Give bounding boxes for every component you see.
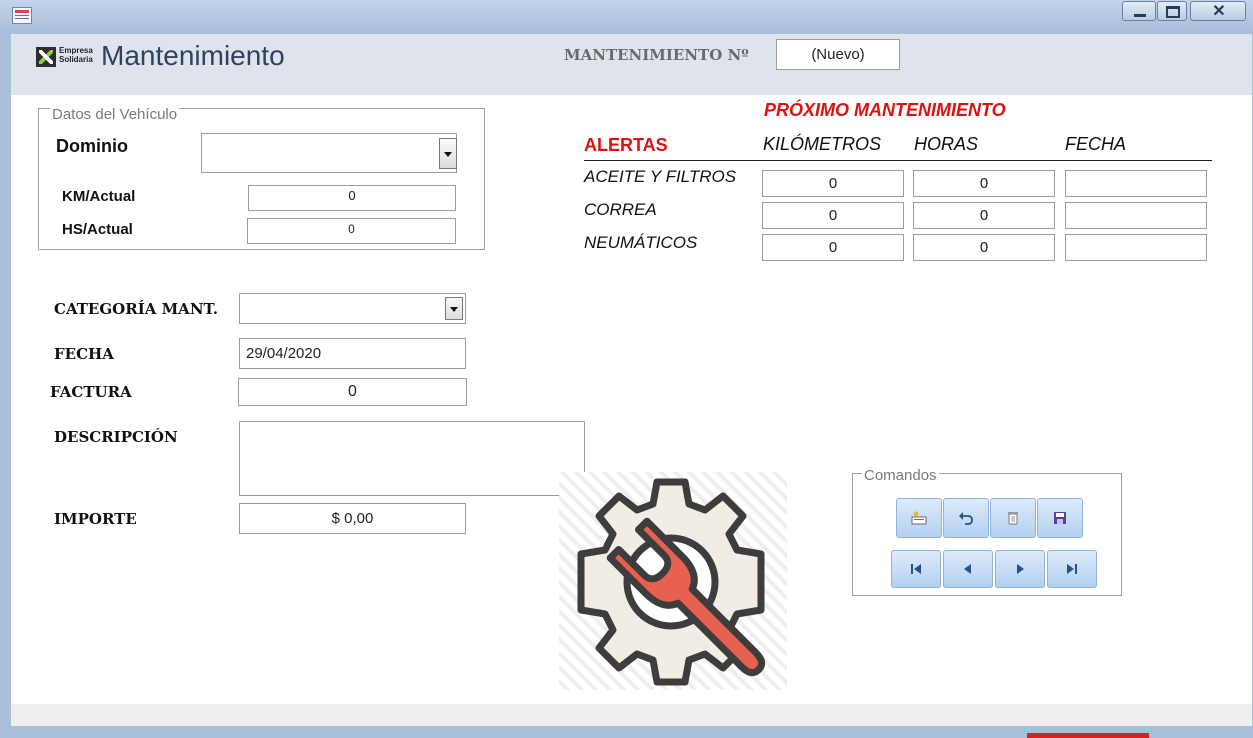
aceite-fecha-field[interactable] <box>1065 170 1207 197</box>
importe-field[interactable]: $ 0,00 <box>239 503 466 534</box>
column-kilometros: KILÓMETROS <box>763 134 882 154</box>
undo-button[interactable] <box>943 498 989 538</box>
column-fecha: FECHA <box>1065 134 1127 154</box>
categoria-label: CATEGORÍA MANT. <box>54 300 218 318</box>
neumaticos-horas-field[interactable]: 0 <box>913 234 1055 261</box>
maximize-button[interactable] <box>1157 1 1187 21</box>
company-logo: Empresa Solidaria <box>36 45 94 69</box>
correa-fecha-field[interactable] <box>1065 202 1207 229</box>
neumaticos-km-field[interactable]: 0 <box>762 234 904 261</box>
dominio-label: Dominio <box>56 136 128 156</box>
record-number-label: MANTENIMIENTO Nº <box>564 46 749 64</box>
alerts-label: ALERTAS <box>584 135 668 155</box>
new-record-icon <box>911 511 927 525</box>
km-actual-field[interactable]: 0 <box>248 185 456 211</box>
next-maintenance-title: PRÓXIMO MANTENIMIENTO <box>764 100 1006 120</box>
fecha-field[interactable]: 29/04/2020 <box>239 338 466 369</box>
categoria-dropdown-icon[interactable] <box>445 297 463 320</box>
fecha-label: FECHA <box>54 345 114 363</box>
km-actual-label: KM/Actual <box>62 188 136 205</box>
descripcion-label: DESCRIPCIÓN <box>54 428 178 446</box>
delete-button[interactable] <box>990 498 1036 538</box>
vehicle-group-legend: Datos del Vehículo <box>50 106 180 123</box>
previous-record-icon <box>964 564 971 574</box>
close-icon: ✕ <box>1212 3 1226 20</box>
dominio-combobox[interactable] <box>201 133 457 173</box>
form-header: Empresa Solidaria Mantenimiento MANTENIM… <box>11 34 1252 95</box>
taskbar-accent <box>1027 733 1149 738</box>
save-button[interactable] <box>1037 498 1083 538</box>
aceite-km-field[interactable]: 0 <box>762 170 904 197</box>
delete-icon <box>1008 512 1018 525</box>
page-title: Mantenimiento <box>101 40 285 71</box>
last-record-icon <box>1067 564 1077 574</box>
descripcion-field[interactable] <box>239 421 585 496</box>
dominio-dropdown-icon[interactable] <box>439 138 457 169</box>
correa-km-field[interactable]: 0 <box>762 202 904 229</box>
correa-horas-field[interactable]: 0 <box>913 202 1055 229</box>
previous-record-button[interactable] <box>943 550 993 588</box>
neumaticos-fecha-field[interactable] <box>1065 234 1207 261</box>
undo-icon <box>959 512 973 525</box>
aceite-horas-field[interactable]: 0 <box>913 170 1055 197</box>
new-record-button[interactable] <box>896 498 942 538</box>
row-label-neumaticos: NEUMÁTICOS <box>584 233 698 252</box>
next-record-button[interactable] <box>995 550 1045 588</box>
logo-text-1: Empresa <box>59 46 93 55</box>
hs-actual-field[interactable]: 0 <box>247 218 456 244</box>
last-record-button[interactable] <box>1047 550 1097 588</box>
hs-actual-label: HS/Actual <box>62 221 133 238</box>
first-record-icon <box>911 564 921 574</box>
alerts-divider <box>584 160 1212 161</box>
form-body: Empresa Solidaria Mantenimiento MANTENIM… <box>11 34 1252 726</box>
row-label-aceite: ACEITE Y FILTROS <box>584 167 737 186</box>
save-icon <box>1054 512 1066 524</box>
logo-text-2: Solidaria <box>59 55 93 64</box>
factura-field[interactable]: 0 <box>238 378 467 406</box>
record-number-field: (Nuevo) <box>776 39 900 70</box>
gear-wrench-icon <box>559 472 787 690</box>
commands-group-legend: Comandos <box>862 467 939 484</box>
first-record-button[interactable] <box>891 550 941 588</box>
categoria-combobox[interactable] <box>239 293 466 324</box>
close-button[interactable]: ✕ <box>1190 1 1246 21</box>
minimize-button[interactable] <box>1122 1 1156 21</box>
row-label-correa: CORREA <box>584 200 657 219</box>
logo-mark <box>36 47 56 67</box>
column-horas: HORAS <box>914 134 979 154</box>
form-footer <box>11 704 1252 726</box>
form-icon <box>12 7 32 24</box>
next-record-icon <box>1017 564 1024 574</box>
factura-label: FACTURA <box>50 383 132 401</box>
importe-label: IMPORTE <box>54 510 137 528</box>
window-titlebar: ✕ <box>0 0 1253 32</box>
